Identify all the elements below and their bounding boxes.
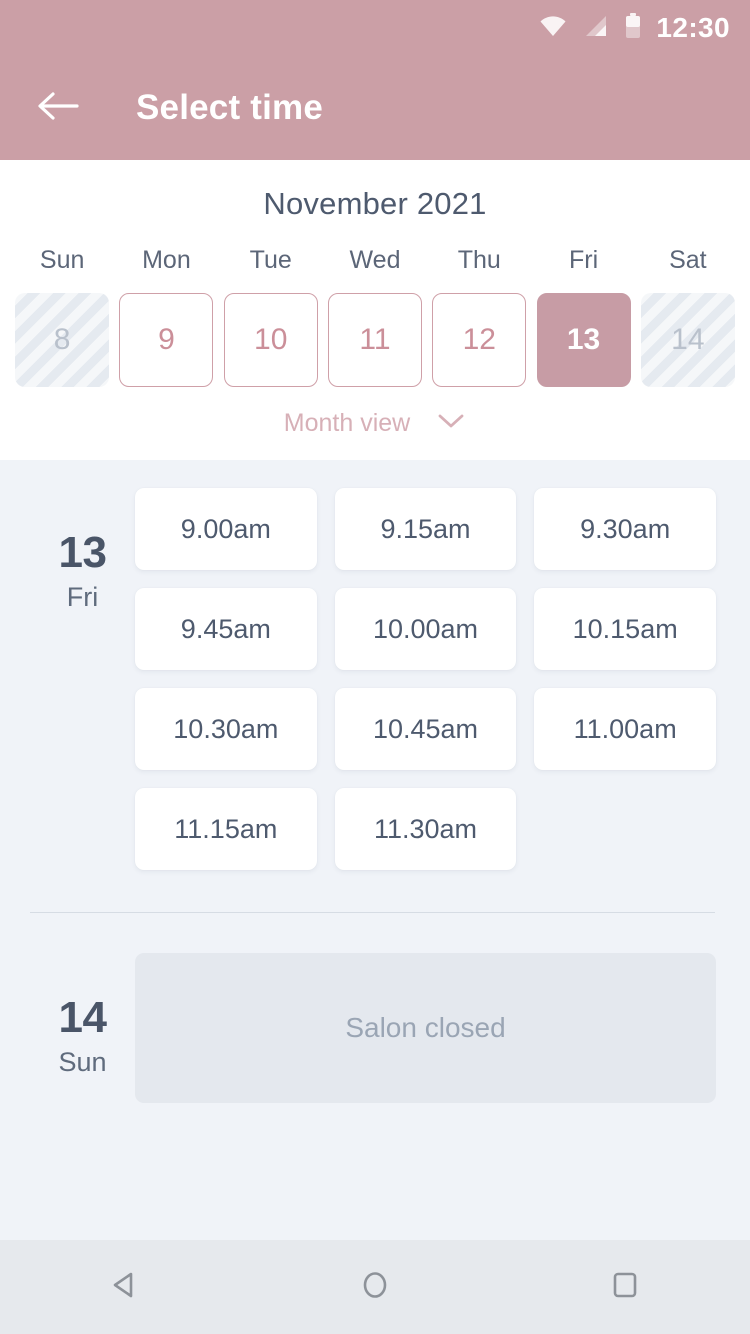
day-number: 13 (58, 528, 107, 577)
date-cell-container: 8 (10, 293, 114, 387)
time-slot[interactable]: 10.45am (334, 688, 517, 770)
time-slot[interactable]: 10.00am (334, 588, 517, 670)
square-recents-icon (607, 1267, 643, 1308)
date-cell-container: 11 (323, 293, 427, 387)
time-slot[interactable]: 11.30am (334, 788, 517, 870)
time-slot[interactable]: 10.30am (135, 688, 317, 770)
status-icon-group (538, 12, 642, 45)
day-label-13: 13 Fri (30, 488, 135, 870)
day-number: 14 (58, 993, 107, 1042)
time-slot[interactable]: 10.15am (534, 588, 716, 670)
date-cell-container: 13 (531, 293, 635, 387)
date-cell-container: 9 (114, 293, 218, 387)
wifi-icon (538, 13, 568, 44)
time-slot[interactable]: 9.45am (135, 588, 317, 670)
time-slot[interactable]: 9.15am (334, 488, 517, 570)
weekday-label: Sat (669, 246, 707, 274)
day-schedule-13: 13 Fri 9.00am 9.15am 9.30am 9.45am 10.00… (0, 460, 750, 870)
page-title: Select time (136, 88, 324, 127)
calendar-date-11[interactable]: 11 (327, 293, 422, 387)
calendar-date-8: 8 (15, 293, 110, 387)
weekday-label: Wed (349, 246, 401, 274)
calendar-date-row: 8 9 10 11 12 13 14 (0, 293, 750, 387)
day-label-14: 14 Sun (30, 953, 135, 1103)
chevron-down-icon (436, 412, 466, 435)
schedule-body: 13 Fri 9.00am 9.15am 9.30am 9.45am 10.00… (0, 460, 750, 1240)
day-schedule-14: 14 Sun Salon closed (0, 913, 750, 1103)
day-of-week: Sun (58, 1047, 107, 1078)
time-slot[interactable]: 11.00am (534, 688, 716, 770)
calendar-month-title: November 2021 (263, 186, 487, 221)
nav-recents-button[interactable] (570, 1240, 680, 1334)
calendar-date-9[interactable]: 9 (119, 293, 214, 387)
android-nav-bar (0, 1240, 750, 1334)
salon-closed-card: Salon closed (135, 953, 716, 1103)
date-cell-container: 12 (427, 293, 531, 387)
weekday-label: Fri (568, 246, 599, 274)
date-cell-container: 14 (636, 293, 740, 387)
calendar-weekday-row: Sun Mon Tue Wed Thu Fri Sat (0, 246, 750, 285)
day-of-week: Fri (66, 582, 99, 613)
month-view-toggle[interactable]: Month view (0, 409, 750, 438)
calendar-date-14: 14 (640, 293, 735, 387)
weekday-label: Mon (142, 246, 191, 274)
time-slot-grid: 9.00am 9.15am 9.30am 9.45am 10.00am 10.1… (135, 488, 716, 870)
date-cell-container: 10 (219, 293, 323, 387)
calendar-date-12[interactable]: 12 (432, 293, 527, 387)
time-slot[interactable]: 11.15am (135, 788, 317, 870)
signal-icon (582, 13, 610, 44)
battery-icon (624, 12, 642, 45)
status-bar-clock: 12:30 (656, 12, 730, 43)
app-bar: Select time (0, 56, 750, 160)
calendar-date-10[interactable]: 10 (223, 293, 318, 387)
weekday-label: Sun (39, 246, 85, 274)
weekday-label: Thu (457, 246, 501, 274)
month-view-label: Month view (283, 409, 411, 437)
calendar-date-13-selected[interactable]: 13 (536, 293, 631, 387)
arrow-left-icon (36, 89, 80, 128)
calendar-panel: November 2021 Sun Mon Tue Wed Thu Fri Sa… (0, 160, 750, 460)
time-slot[interactable]: 9.30am (534, 488, 716, 570)
nav-home-button[interactable] (320, 1240, 430, 1334)
back-button[interactable] (30, 80, 86, 136)
time-slot[interactable]: 9.00am (135, 488, 317, 570)
weekday-label: Tue (249, 246, 292, 274)
nav-back-button[interactable] (70, 1240, 180, 1334)
triangle-back-icon (107, 1267, 143, 1308)
circle-home-icon (357, 1267, 393, 1308)
status-bar: 12:30 (0, 0, 750, 56)
phone-screen: 12:30 Select time November 2021 Sun Mon … (0, 0, 750, 1334)
